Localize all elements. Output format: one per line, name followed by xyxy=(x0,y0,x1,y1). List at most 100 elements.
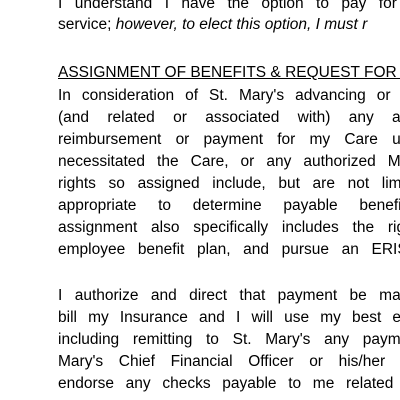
word: payable xyxy=(222,375,277,392)
word: any xyxy=(324,331,350,348)
word: not xyxy=(347,175,370,192)
word: to xyxy=(158,197,172,214)
word: bill xyxy=(58,309,77,326)
word: Med xyxy=(387,153,400,170)
intro-line-2: service; however, to elect this option, … xyxy=(58,15,367,34)
word: benefit xyxy=(137,241,185,258)
word: his/her xyxy=(338,353,386,370)
word: Chief xyxy=(118,353,155,370)
para1-line-8: employee benefit plan, and pursue an ERISA xyxy=(58,240,400,259)
word: the xyxy=(227,0,249,12)
word: Care, xyxy=(190,153,229,170)
word: the xyxy=(157,153,179,170)
word: the xyxy=(352,219,375,236)
word: pursue xyxy=(281,241,330,258)
word: Officer xyxy=(248,353,294,370)
word: rights xyxy=(58,175,96,192)
word: related xyxy=(345,375,394,392)
word: consideration xyxy=(81,87,175,104)
word: Care xyxy=(344,131,378,148)
word: benefits, xyxy=(359,197,400,214)
word: ERISA xyxy=(371,241,400,258)
word: use xyxy=(284,309,310,326)
word: I xyxy=(236,309,241,326)
word: to xyxy=(206,331,219,348)
word: me xyxy=(312,375,335,392)
word: Insurance xyxy=(119,309,188,326)
word: with) xyxy=(297,109,331,126)
word: plan, xyxy=(196,241,231,258)
word: payment xyxy=(203,131,263,148)
word: also xyxy=(151,219,180,236)
word: made xyxy=(379,287,400,304)
para2-line-3: including remitting to St. Mary's any paymen xyxy=(58,330,400,349)
word: that xyxy=(239,287,266,304)
word: and xyxy=(392,109,400,126)
word: assignment xyxy=(58,219,138,236)
word: appropriate xyxy=(58,197,137,214)
word: or xyxy=(173,109,187,126)
word: specifically xyxy=(193,219,269,236)
word: employee xyxy=(58,241,126,258)
word: associated xyxy=(205,109,280,126)
para1-line-3: reimbursement or payment formy Care und xyxy=(58,130,400,149)
para1-line-6: appropriate to determine payable benefits, xyxy=(58,196,400,215)
word: payment xyxy=(277,287,338,304)
word: or xyxy=(175,131,190,148)
word: I xyxy=(58,287,63,304)
word: including xyxy=(58,331,120,348)
word: payable xyxy=(283,197,338,214)
word: direct xyxy=(189,287,228,304)
word: or xyxy=(376,87,391,104)
para1-line-1: InconsiderationofSt.Mary'sadvancingorex xyxy=(58,86,400,105)
word: my xyxy=(309,131,331,148)
para2-line-2: billmyInsuranceandIwillusemybesteffo xyxy=(58,308,400,327)
word: I xyxy=(58,0,63,12)
word: authorize xyxy=(74,287,139,304)
intro-line-1: IunderstandIhavetheoptiontopayfora xyxy=(58,0,400,13)
section-heading: ASSIGNMENT OF BENEFITS & REQUEST FOR D xyxy=(58,64,400,81)
word: determine xyxy=(192,197,262,214)
word: understand xyxy=(74,0,153,12)
word: und xyxy=(392,131,400,148)
word: paymen xyxy=(362,331,400,348)
para1-line-5: rights so assigned include, butarenot limite xyxy=(58,174,400,193)
word: authorized xyxy=(303,153,376,170)
word: will xyxy=(251,309,273,326)
word: right xyxy=(387,219,400,236)
word: for xyxy=(378,0,397,12)
word: for xyxy=(277,131,296,148)
word: so xyxy=(108,175,125,192)
word: Mary's xyxy=(58,353,104,370)
word: and xyxy=(243,241,270,258)
word: include, xyxy=(212,175,266,192)
word: are xyxy=(312,175,335,192)
word: and xyxy=(199,309,225,326)
para2-line-4: Mary'sChiefFinancialOfficerorhis/herde xyxy=(58,352,400,371)
word: best xyxy=(351,309,382,326)
word: effo xyxy=(392,309,400,326)
word: limite xyxy=(381,175,400,192)
word: my xyxy=(88,309,109,326)
word: includes xyxy=(281,219,339,236)
word: reimbursement xyxy=(58,131,162,148)
intro-line-2-text: service; xyxy=(58,16,116,33)
word: endorse xyxy=(58,375,115,392)
word: be xyxy=(349,287,367,304)
word: and xyxy=(150,287,177,304)
word: my xyxy=(320,309,341,326)
word: have xyxy=(181,0,216,12)
word: to xyxy=(316,0,329,12)
word: necessitated xyxy=(58,153,146,170)
word: any xyxy=(125,375,151,392)
word: Mary's xyxy=(265,331,311,348)
word: Mary's xyxy=(238,87,285,104)
word: option xyxy=(261,0,304,12)
document-page: IunderstandIhavetheoptiontopayfora servi… xyxy=(0,0,400,400)
para1-line-2: (and related or associated with) any and xyxy=(58,108,400,127)
word: remitting xyxy=(132,331,193,348)
word: In xyxy=(58,87,71,104)
word: or xyxy=(240,153,255,170)
word: assigned xyxy=(137,175,200,192)
word: advancing xyxy=(295,87,366,104)
